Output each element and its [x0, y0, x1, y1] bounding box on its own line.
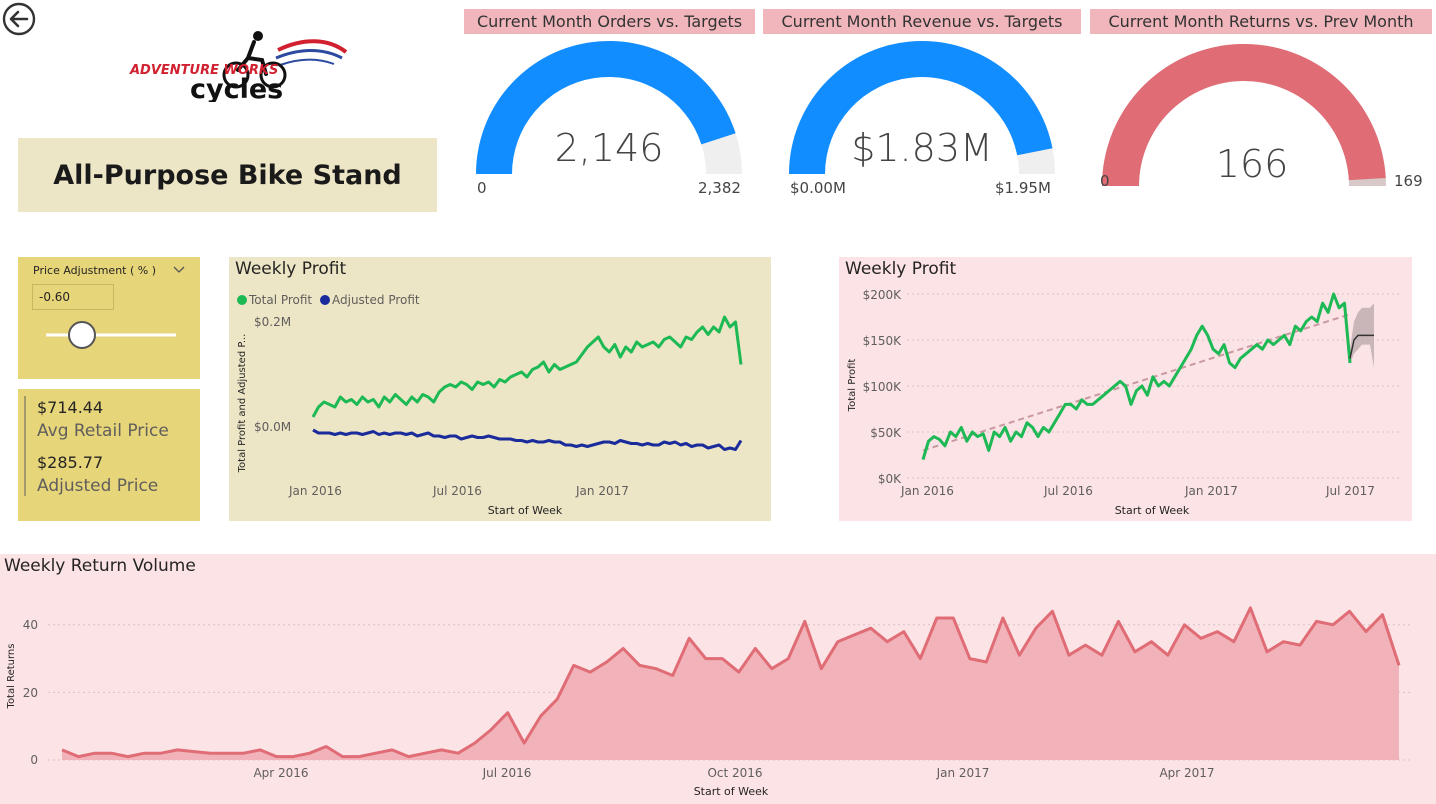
- adjusted-price-label: Adjusted Price: [37, 476, 159, 496]
- legend-adjusted-profit-dot: [320, 295, 330, 305]
- x-tick-jul-2016: Jul 2016: [432, 484, 482, 498]
- x-axis-label: Start of Week: [488, 504, 563, 517]
- y-tick-150k: $150K: [863, 334, 903, 348]
- gauge-orders-value: 2,146: [554, 126, 664, 170]
- y-axis-label: Total Profit and Adjusted P...: [237, 334, 248, 474]
- gauge-returns-max: 169: [1394, 172, 1423, 190]
- product-title: All-Purpose Bike Stand: [18, 138, 437, 212]
- x-tick-oct-2016: Oct 2016: [707, 766, 762, 780]
- x-tick-jul-2017: Jul 2017: [1325, 484, 1375, 498]
- chevron-down-icon[interactable]: [172, 264, 186, 276]
- adventure-works-logo: ADVENTURE WORKS cycles: [129, 31, 348, 102]
- x-tick-jul-2016: Jul 2016: [1043, 484, 1093, 498]
- logo-line2: cycles: [190, 74, 283, 102]
- avg-retail-label: Avg Retail Price: [37, 421, 169, 441]
- slicer-title: Price Adjustment ( % ): [33, 264, 157, 277]
- gauge-orders-min: 0: [477, 179, 487, 197]
- x-tick-jul-2016: Jul 2016: [482, 766, 532, 780]
- price-adjustment-slider[interactable]: [40, 320, 182, 350]
- y-tick-0-2m: $0.2M: [254, 315, 291, 329]
- kpi-title-revenue: Current Month Revenue vs. Targets: [763, 9, 1081, 34]
- returns-area: [62, 607, 1399, 760]
- x-tick-jan-2017: Jan 2017: [1184, 484, 1238, 498]
- y-tick-40: 40: [23, 618, 38, 632]
- slider-handle[interactable]: [68, 321, 96, 349]
- adjusted-profit-line: [312, 428, 743, 451]
- x-tick-jan-2016: Jan 2016: [288, 484, 342, 498]
- y-tick-50k: $50K: [870, 426, 902, 440]
- gauge-revenue-value: $1.83M: [851, 126, 993, 170]
- avg-retail-value: $714.44: [37, 398, 104, 417]
- gauge-revenue-max: $1.95M: [995, 179, 1051, 197]
- gauge-returns-value: 166: [1215, 142, 1289, 186]
- x-tick-jan-2016: Jan 2016: [900, 484, 954, 498]
- x-axis-label: Start of Week: [694, 785, 769, 798]
- adjusted-price-value: $285.77: [37, 453, 104, 472]
- gauge-returns-min: 0: [1100, 172, 1110, 190]
- y-axis-label: Total Returns: [6, 644, 17, 710]
- legend-adjusted-profit: Adjusted Profit: [332, 293, 420, 307]
- trend-line: [922, 313, 1351, 452]
- gauge-orders-max: 2,382: [698, 179, 741, 197]
- card-accent-bar: [24, 396, 26, 496]
- gauge-revenue-min: $0.00M: [790, 179, 846, 197]
- back-arrow-icon[interactable]: [2, 2, 36, 36]
- price-adjustment-input[interactable]: [32, 284, 114, 310]
- y-axis-label: Total Profit: [847, 359, 858, 413]
- x-tick-jan-2017: Jan 2017: [575, 484, 629, 498]
- y-tick-200k: $200K: [863, 288, 903, 302]
- legend-total-profit-dot: [237, 295, 247, 305]
- legend-total-profit: Total Profit: [248, 293, 312, 307]
- x-axis-label: Start of Week: [1115, 504, 1190, 517]
- y-tick-0: 0: [30, 753, 38, 767]
- x-tick-apr-2017: Apr 2017: [1159, 766, 1214, 780]
- x-tick-apr-2016: Apr 2016: [253, 766, 308, 780]
- y-tick-0-0m: $0.0M: [254, 420, 291, 434]
- y-tick-0k: $0K: [878, 472, 902, 486]
- x-tick-jan-2017: Jan 2017: [936, 766, 990, 780]
- y-tick-20: 20: [23, 686, 38, 700]
- y-tick-100k: $100K: [863, 380, 903, 394]
- kpi-title-returns: Current Month Returns vs. Prev Month: [1090, 9, 1432, 34]
- weekly-profit-adjusted-chart: Total Profit Adjusted Profit $0.2M $0.0M…: [237, 293, 743, 517]
- total-profit-line: [921, 292, 1352, 461]
- weekly-return-volume-chart: 40 20 0 Apr 2016 Jul 2016 Oct 2016 Jan 2…: [6, 606, 1410, 798]
- weekly-profit-forecast-chart: $200K $150K $100K $50K $0K Jan 2016 Jul …: [847, 288, 1399, 517]
- total-profit-line: [311, 315, 743, 418]
- kpi-title-orders: Current Month Orders vs. Targets: [464, 9, 755, 34]
